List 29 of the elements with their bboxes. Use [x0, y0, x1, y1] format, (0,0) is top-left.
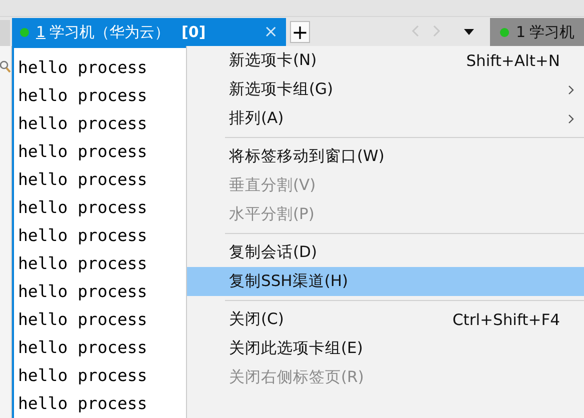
terminal-line: hello process — [18, 141, 148, 163]
shortcut-text: Ctrl+Shift+F4 — [452, 310, 560, 328]
terminal-line: hello process — [18, 281, 148, 303]
terminal-line: hello process — [18, 57, 148, 79]
terminal-line: hello process — [18, 365, 148, 387]
menu-item[interactable]: 关闭(C) Ctrl+Shift+F4 — [187, 305, 584, 334]
menu-item[interactable]: 复制SSH渠道(H) — [187, 267, 584, 296]
new-tab-button[interactable]: + — [290, 21, 310, 43]
terminal-line: hello process — [18, 309, 148, 331]
terminal-line: hello process — [18, 85, 148, 107]
menu-item[interactable]: 关闭此选项卡组(E) — [187, 334, 584, 363]
menu-item[interactable]: 新选项卡(N) Shift+Alt+N — [187, 46, 584, 75]
menu-item[interactable]: 将标签移动到窗口(W) — [187, 142, 584, 171]
terminal-line: hello process — [18, 197, 148, 219]
terminal-line: hello process — [18, 393, 148, 415]
session-tab[interactable]: 1 学习机 — [490, 18, 584, 46]
menu-item[interactable]: 复制会话(D) — [187, 238, 584, 267]
partial-tab[interactable] — [0, 20, 10, 46]
terminal-line: hello process — [18, 169, 148, 191]
terminal-line: hello process — [18, 337, 148, 359]
search-icon[interactable] — [0, 60, 11, 74]
shortcut-text: Shift+Alt+N — [466, 52, 560, 70]
session-tab[interactable]: 1 学习机（华为云） [0] × — [12, 18, 286, 46]
menu-item[interactable]: 新选项卡组(G) — [187, 75, 584, 104]
terminal-line: hello process — [18, 253, 148, 275]
terminal-line: hello process — [18, 225, 148, 247]
dropdown-icon[interactable] — [464, 29, 474, 35]
terminal-line: hello process — [18, 113, 148, 135]
menu-item[interactable]: 排列(A) — [187, 104, 584, 133]
